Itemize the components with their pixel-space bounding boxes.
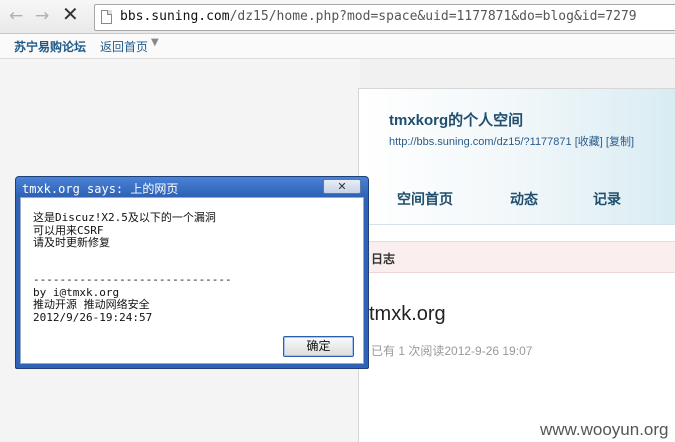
dialog-signature: ------------------------------ by i@tmxk.… (33, 273, 232, 324)
message-line: 请及时更新修复 (33, 236, 110, 249)
forward-arrow-icon[interactable]: → (35, 6, 49, 26)
blog-section-bar: 日志 (359, 241, 675, 273)
chevron-down-icon[interactable]: ▼ (151, 37, 159, 48)
forum-header: 苏宁易购论坛 返回首页 ▼ (0, 34, 675, 59)
dialog-body: 这是Discuz!X2.5及以下的一个漏洞 可以用来CSRF 请及时更新修复 ---… (20, 197, 364, 364)
forum-name-link[interactable]: 苏宁易购论坛 (14, 38, 86, 55)
browser-toolbar: ← → ✕ bbs.suning.com/dz15/home.php?mod=s… (0, 0, 675, 34)
space-url-line: http://bbs.suning.com/dz15/?1177871 [收藏]… (389, 133, 634, 149)
message-line: 推动开源 推动网络安全 (33, 298, 150, 311)
address-bar[interactable]: bbs.suning.com/dz15/home.php?mod=space&u… (94, 4, 675, 31)
message-divider: ------------------------------ (33, 273, 232, 286)
section-label: 日志 (371, 252, 396, 266)
ok-button[interactable]: 确定 (283, 336, 354, 357)
nav-records[interactable]: 记录 (593, 189, 621, 209)
space-header: tmxkorg的个人空间 http://bbs.suning.com/dz15/… (359, 89, 675, 225)
page-icon (101, 10, 112, 24)
stop-icon[interactable]: ✕ (62, 4, 79, 24)
post-title: tmxk.org (369, 303, 446, 325)
dialog-titlebar[interactable]: tmxk.org says: 上的网页 ✕ (16, 177, 368, 197)
address-url[interactable]: bbs.suning.com/dz15/home.php?mod=space&u… (120, 9, 637, 24)
post-meta: 已有 1 次阅读2012-9-26 19:07 (371, 344, 533, 358)
space-url[interactable]: http://bbs.suning.com/dz15/?1177871 (389, 136, 572, 148)
message-line: 这是Discuz!X2.5及以下的一个漏洞 (33, 211, 216, 224)
copy-link[interactable]: [复制] (606, 136, 634, 148)
dialog-title: tmxk.org says: 上的网页 (22, 182, 179, 196)
space-title: tmxkorg的个人空间 (389, 112, 524, 129)
nav-space-home[interactable]: 空间首页 (397, 189, 453, 209)
url-path: /dz15/home.php?mod=space&uid=1177871&do=… (229, 9, 637, 24)
url-host: bbs.suning.com (120, 9, 230, 24)
close-icon[interactable]: ✕ (323, 179, 361, 194)
home-link[interactable]: 返回首页 (100, 38, 148, 55)
nav-feed[interactable]: 动态 (510, 189, 538, 209)
space-panel: tmxkorg的个人空间 http://bbs.suning.com/dz15/… (358, 88, 675, 442)
dialog-message: 这是Discuz!X2.5及以下的一个漏洞 可以用来CSRF 请及时更新修复 (33, 211, 216, 250)
bookmark-link[interactable]: [收藏] (575, 136, 603, 148)
watermark: www.wooyun.org (540, 420, 669, 439)
message-line: 2012/9/26-19:24:57 (33, 310, 153, 324)
alert-dialog: tmxk.org says: 上的网页 ✕ 这是Discuz!X2.5及以下的一… (15, 176, 369, 369)
back-arrow-icon[interactable]: ← (9, 6, 23, 26)
